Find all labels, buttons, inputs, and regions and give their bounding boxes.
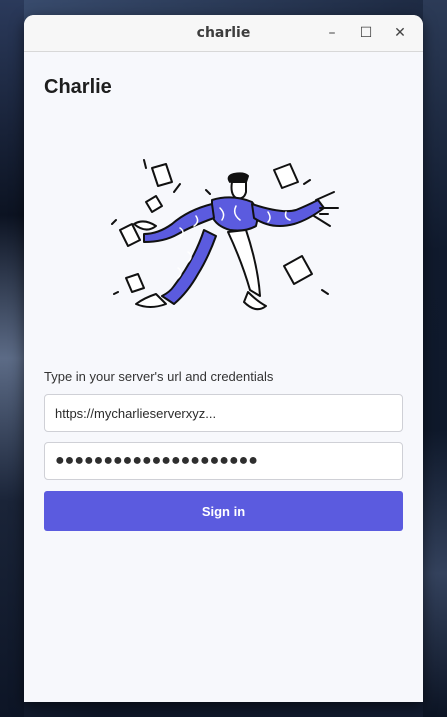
close-icon: ✕ (394, 25, 406, 41)
desktop-wallpaper-right (423, 0, 447, 717)
person-juggling-papers-illustration (111, 159, 339, 311)
app-title: Charlie (44, 76, 112, 98)
desktop-wallpaper-left (0, 0, 24, 717)
window-title: charlie (196, 25, 251, 41)
maximize-button[interactable]: ☐ (349, 15, 383, 51)
password-input[interactable]: ●●●●●●●●●●●●●●●●●●●●● (44, 442, 403, 480)
window-controls: – ☐ ✕ (315, 15, 417, 51)
app-window: charlie – ☐ ✕ Charlie Type in your serve… (24, 15, 423, 702)
maximize-icon: ☐ (359, 25, 373, 41)
login-prompt: Type in your server's url and credential… (44, 369, 274, 384)
sign-in-button[interactable]: Sign in (44, 491, 403, 531)
server-url-input[interactable]: https://mycharlieserverxyz... (44, 394, 403, 432)
minimize-button[interactable]: – (315, 15, 349, 51)
close-button[interactable]: ✕ (383, 15, 417, 51)
minimize-icon: – (328, 25, 336, 41)
login-content: Charlie Type in your server's url and cr… (24, 76, 423, 531)
window-titlebar[interactable]: charlie – ☐ ✕ (24, 15, 423, 52)
